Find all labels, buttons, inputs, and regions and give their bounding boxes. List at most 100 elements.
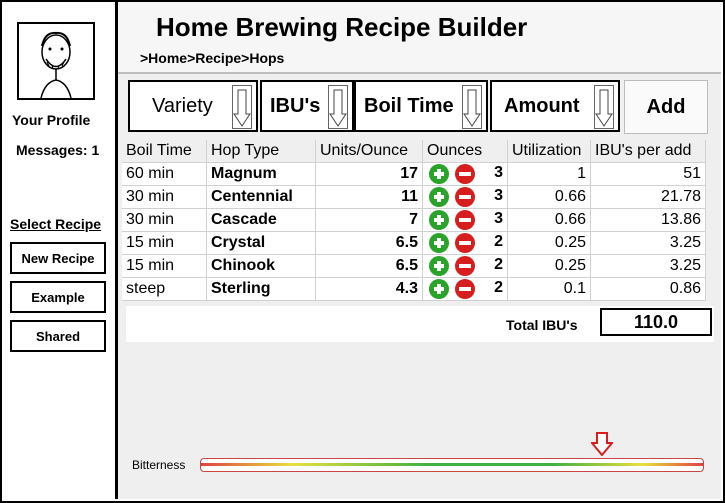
plus-icon[interactable] (429, 210, 449, 230)
units-per-ounce-cell: 7 (315, 208, 423, 232)
boil-time-cell: 60 min (122, 162, 207, 186)
ounces-value: 2 (494, 279, 503, 296)
ounces-cell: 2 (422, 277, 508, 301)
table-row[interactable]: steep Sterling 4.3 2 0.1 0.86 (122, 277, 706, 301)
table-row[interactable]: 30 min Cascade 7 3 0.66 13.86 (122, 208, 706, 232)
ibu-per-add-cell: 3.25 (590, 231, 706, 255)
avatar-sketch-icon (40, 31, 72, 98)
page-title: Home Brewing Recipe Builder (156, 12, 528, 42)
chevron-down-icon[interactable] (232, 85, 252, 129)
ibu-per-add-cell: 13.86 (590, 208, 706, 232)
units-per-ounce-cell: 11 (315, 185, 423, 209)
ibus-dropdown[interactable]: IBU's (260, 80, 354, 132)
amount-dropdown[interactable]: Amount (490, 80, 620, 132)
ounces-cell: 3 (422, 208, 508, 232)
minus-icon[interactable] (455, 210, 475, 230)
header: Home Brewing Recipe Builder >Home>Recipe… (118, 2, 721, 74)
variety-dropdown[interactable]: Variety (128, 80, 258, 132)
boil-time-cell: 30 min (122, 208, 207, 232)
new-recipe-button[interactable]: New Recipe (10, 242, 106, 274)
table-row[interactable]: 60 min Magnum 17 3 1 51 (122, 162, 706, 186)
add-hop-button[interactable]: Add (624, 80, 708, 134)
ounces-value: 3 (494, 210, 503, 227)
chevron-down-icon[interactable] (594, 85, 614, 129)
bitterness-marker-icon (589, 432, 614, 461)
column-header[interactable]: Utilization (507, 140, 591, 163)
plus-icon[interactable] (429, 233, 449, 253)
column-header[interactable]: IBU's per add (590, 140, 706, 163)
total-ibus-value: 110.0 (600, 308, 712, 336)
ibu-per-add-cell: 21.78 (590, 185, 706, 209)
column-header[interactable]: Ounces (422, 140, 508, 163)
total-row: Total IBU's 110.0 (126, 306, 714, 342)
plus-icon[interactable] (429, 187, 449, 207)
column-header[interactable]: Units/Ounce (315, 140, 423, 163)
select-recipe-heading: Select Recipe (10, 216, 102, 232)
hop-type-cell: Centennial (206, 185, 316, 209)
chevron-down-icon[interactable] (462, 85, 482, 129)
ounces-cell: 2 (422, 254, 508, 278)
messages-link[interactable]: Messages: 1 (16, 142, 99, 158)
ibu-per-add-cell: 0.86 (590, 277, 706, 301)
utilization-cell: 0.66 (507, 185, 591, 209)
hop-type-cell: Sterling (206, 277, 316, 301)
ounces-value: 2 (494, 256, 503, 273)
minus-icon[interactable] (455, 187, 475, 207)
hop-toolbar: Variety IBU's Boil Time Amount Add (128, 80, 718, 134)
units-per-ounce-cell: 6.5 (315, 231, 423, 255)
hop-type-cell: Cascade (206, 208, 316, 232)
plus-icon[interactable] (429, 256, 449, 276)
hop-type-cell: Crystal (206, 231, 316, 255)
utilization-cell: 1 (507, 162, 591, 186)
plus-icon[interactable] (429, 279, 449, 299)
units-per-ounce-cell: 4.3 (315, 277, 423, 301)
boil-time-cell: steep (122, 277, 207, 301)
example-button[interactable]: Example (10, 281, 106, 313)
breadcrumb[interactable]: >Home>Recipe>Hops (140, 50, 284, 66)
main-panel: Home Brewing Recipe Builder >Home>Recipe… (118, 2, 721, 499)
ounces-cell: 3 (422, 185, 508, 209)
ibus-label: IBU's (270, 94, 321, 117)
ibu-per-add-cell: 3.25 (590, 254, 706, 278)
total-ibus-label: Total IBU's (506, 317, 578, 333)
sidebar: Your Profile Messages: 1 Select Recipe N… (2, 2, 115, 499)
boil-time-dropdown[interactable]: Boil Time (354, 80, 488, 132)
utilization-cell: 0.25 (507, 231, 591, 255)
minus-icon[interactable] (455, 164, 475, 184)
bitterness-bar (200, 458, 704, 472)
ibu-per-add-cell: 51 (590, 162, 706, 186)
avatar[interactable] (17, 22, 95, 100)
ounces-value: 3 (494, 164, 503, 181)
utilization-cell: 0.1 (507, 277, 591, 301)
units-per-ounce-cell: 6.5 (315, 254, 423, 278)
chevron-down-icon[interactable] (328, 85, 348, 129)
column-header[interactable]: Hop Type (206, 140, 316, 163)
table-row[interactable]: 30 min Centennial 11 3 0.66 21.78 (122, 185, 706, 209)
ounces-cell: 2 (422, 231, 508, 255)
hop-type-cell: Magnum (206, 162, 316, 186)
units-per-ounce-cell: 17 (315, 162, 423, 186)
amount-label: Amount (504, 94, 580, 117)
table-row[interactable]: 15 min Crystal 6.5 2 0.25 3.25 (122, 231, 706, 255)
variety-label: Variety (152, 94, 213, 117)
bitterness-label: Bitterness (132, 458, 186, 472)
boil-time-cell: 30 min (122, 185, 207, 209)
ounces-cell: 3 (422, 162, 508, 186)
minus-icon[interactable] (455, 279, 475, 299)
your-profile-link[interactable]: Your Profile (12, 112, 90, 128)
plus-icon[interactable] (429, 164, 449, 184)
boil-time-label: Boil Time (364, 94, 454, 117)
ounces-value: 3 (494, 187, 503, 204)
shared-button[interactable]: Shared (10, 320, 106, 352)
utilization-cell: 0.66 (507, 208, 591, 232)
column-header[interactable]: Boil Time (122, 140, 207, 163)
minus-icon[interactable] (455, 233, 475, 253)
hops-table: Boil Time Hop Type Units/Ounce Ounces Ut… (122, 140, 706, 301)
hop-type-cell: Chinook (206, 254, 316, 278)
table-header-row: Boil Time Hop Type Units/Ounce Ounces Ut… (122, 140, 706, 163)
table-row[interactable]: 15 min Chinook 6.5 2 0.25 3.25 (122, 254, 706, 278)
minus-icon[interactable] (455, 256, 475, 276)
ounces-value: 2 (494, 233, 503, 250)
boil-time-cell: 15 min (122, 254, 207, 278)
utilization-cell: 0.25 (507, 254, 591, 278)
